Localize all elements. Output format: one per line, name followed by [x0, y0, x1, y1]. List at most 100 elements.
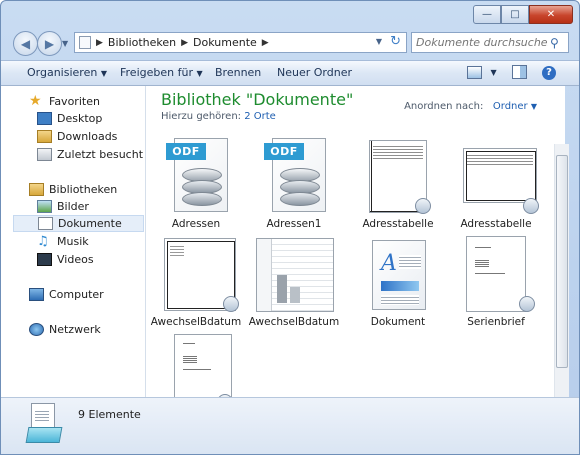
- file-item[interactable]: ODF Adressen1: [245, 138, 343, 236]
- refresh-icon[interactable]: ↻: [390, 34, 401, 49]
- vertical-scrollbar[interactable]: [554, 144, 569, 397]
- organize-menu[interactable]: Organisieren ▼: [27, 66, 107, 79]
- nav-bilder[interactable]: Bilder: [37, 198, 89, 215]
- nav-dokumente[interactable]: Dokumente: [13, 215, 144, 232]
- nav-label: Netzwerk: [49, 323, 101, 336]
- overlay-badge-icon: [523, 198, 539, 214]
- minimize-icon: —: [482, 9, 492, 20]
- help-button[interactable]: ?: [542, 65, 556, 80]
- file-page: [174, 334, 232, 397]
- arrange-dropdown[interactable]: Ordner: [493, 101, 528, 112]
- file-item[interactable]: Adresstabelle: [349, 138, 447, 236]
- document-thumbnail-icon: [164, 334, 233, 397]
- file-item[interactable]: Adresstabelle: [447, 138, 545, 236]
- recent-pages-dropdown[interactable]: ▼: [62, 39, 68, 48]
- database-icon: [280, 168, 320, 208]
- share-label: Freigeben für: [120, 66, 193, 79]
- file-page: [256, 238, 334, 312]
- nav-musik[interactable]: ♫ Musik: [37, 233, 89, 250]
- spreadsheet-thumbnail-icon: [256, 236, 334, 312]
- address-dropdown-icon[interactable]: ▼: [376, 37, 382, 46]
- file-name: Adresstabelle: [362, 218, 434, 230]
- file-item[interactable]: AwechselBdatum: [245, 236, 343, 334]
- nav-label: Bibliotheken: [49, 183, 118, 196]
- command-bar: Organisieren ▼ Freigeben für ▼ Brennen N…: [1, 60, 579, 86]
- nav-videos[interactable]: Videos: [37, 251, 94, 268]
- arrange-by: Anordnen nach: Ordner ▼: [404, 101, 537, 112]
- database-icon: [182, 168, 222, 208]
- close-button[interactable]: ✕: [529, 5, 573, 24]
- file-page: [466, 236, 526, 312]
- file-page: A: [372, 240, 426, 310]
- file-name: Serienbrief: [467, 316, 525, 328]
- documents-icon: [38, 217, 53, 230]
- nav-label: Bilder: [57, 200, 89, 213]
- scrollbar-thumb[interactable]: [556, 155, 568, 368]
- details-pane: 9 Elemente: [1, 397, 579, 454]
- nav-label: Dokumente: [58, 217, 122, 230]
- back-button[interactable]: ◀: [13, 31, 38, 56]
- overlay-badge-icon: [223, 296, 239, 312]
- file-name: Dokument: [370, 316, 426, 328]
- breadcrumb-separator-icon[interactable]: ▶: [181, 38, 188, 48]
- file-name: AwechselBdatum: [150, 316, 242, 328]
- address-bar[interactable]: ▶ Bibliotheken ▶ Dokumente ▶ ▼ ↻: [74, 32, 407, 53]
- search-box[interactable]: ⚲: [411, 32, 569, 53]
- breadcrumb-separator-icon[interactable]: ▶: [262, 38, 269, 48]
- forward-button[interactable]: ▶: [37, 31, 62, 56]
- preview-pane-button[interactable]: [512, 65, 527, 79]
- document-thumbnail-icon: [464, 236, 535, 312]
- nav-label: Zuletzt besucht: [57, 148, 144, 161]
- nav-desktop[interactable]: Desktop: [37, 110, 102, 127]
- new-folder-button[interactable]: Neuer Ordner: [277, 66, 352, 79]
- star-icon: ★: [29, 93, 42, 109]
- breadcrumb-dokumente[interactable]: Dokumente: [193, 36, 257, 49]
- file-item[interactable]: Serienbrief: [447, 236, 545, 334]
- minimize-button[interactable]: —: [473, 5, 501, 24]
- organize-label: Organisieren: [27, 66, 98, 79]
- document-thumbnail-icon: [366, 138, 431, 214]
- odf-file-icon: ODF: [262, 138, 326, 214]
- videos-icon: [37, 253, 52, 266]
- chevron-down-icon: ▼: [62, 39, 69, 48]
- view-icon: [467, 65, 482, 79]
- file-item[interactable]: A Dokument: [349, 236, 447, 334]
- item-count: 9 Elemente: [78, 408, 141, 421]
- nav-label: Musik: [57, 235, 89, 248]
- nav-favorites[interactable]: ★ Favoriten: [29, 93, 100, 110]
- breadcrumb-bibliotheken[interactable]: Bibliotheken: [108, 36, 176, 49]
- file-name: AwechselBdatum: [248, 316, 340, 328]
- window-controls: — □ ✕: [473, 5, 573, 24]
- overlay-badge-icon: [415, 198, 431, 214]
- nav-computer[interactable]: Computer: [29, 286, 104, 303]
- nav-recent[interactable]: Zuletzt besucht: [37, 146, 143, 163]
- chevron-down-icon[interactable]: ▼: [531, 102, 537, 111]
- share-menu[interactable]: Freigeben für ▼: [120, 66, 203, 79]
- document-thumbnail-icon: [164, 236, 239, 312]
- maximize-button[interactable]: □: [501, 5, 529, 24]
- nav-libraries[interactable]: Bibliotheken: [29, 181, 117, 198]
- downloads-folder-icon: [37, 130, 52, 143]
- breadcrumb-separator-icon[interactable]: ▶: [96, 38, 103, 48]
- nav-label: Downloads: [57, 130, 118, 143]
- nav-network[interactable]: Netzwerk: [29, 321, 101, 338]
- library-title: Bibliothek "Dokumente": [161, 90, 354, 109]
- libraries-icon: [29, 183, 44, 196]
- network-icon: [29, 323, 44, 336]
- new-folder-label: Neuer Ordner: [277, 66, 352, 79]
- documents-library-icon: [25, 403, 63, 443]
- burn-button[interactable]: Brennen: [215, 66, 261, 79]
- recent-places-icon: [37, 148, 52, 161]
- library-locations-link[interactable]: 2 Orte: [244, 111, 276, 122]
- file-item[interactable]: [147, 334, 245, 397]
- search-icon[interactable]: ⚲: [550, 36, 559, 50]
- nav-label: Videos: [57, 253, 94, 266]
- search-input[interactable]: [412, 35, 550, 50]
- desktop-icon: [37, 112, 52, 125]
- arrange-label: Anordnen nach:: [404, 101, 484, 112]
- nav-downloads[interactable]: Downloads: [37, 128, 117, 145]
- file-item[interactable]: AwechselBdatum: [147, 236, 245, 334]
- chevron-down-icon: ▼: [196, 69, 203, 78]
- view-options-button[interactable]: ▼: [467, 65, 497, 79]
- file-item[interactable]: ODF Adressen: [147, 138, 245, 236]
